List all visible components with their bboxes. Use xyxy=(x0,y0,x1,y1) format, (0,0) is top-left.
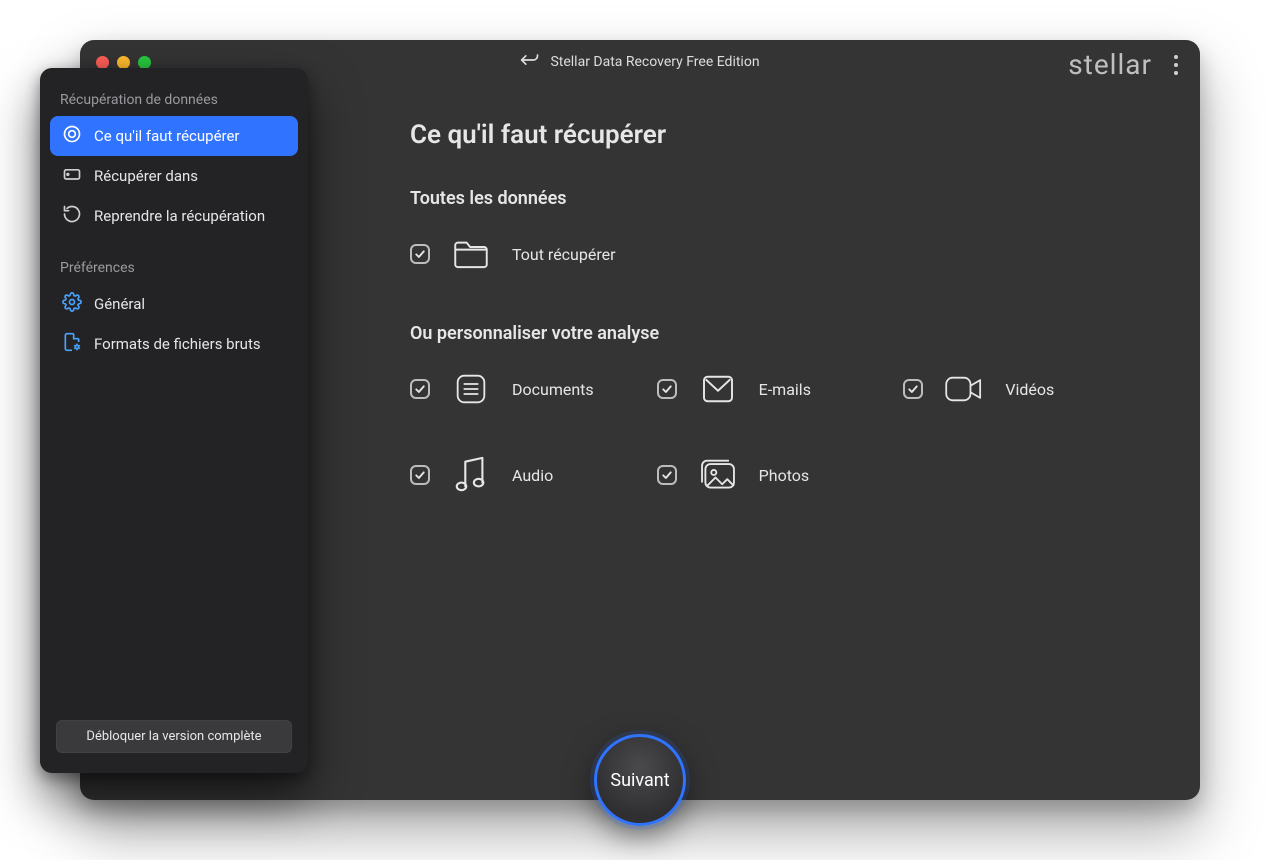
window-controls xyxy=(80,56,151,69)
brand-logo: stellar xyxy=(1068,48,1152,81)
sidebar-section-recovery: Récupération de données xyxy=(50,86,298,116)
checkbox-videos[interactable] xyxy=(903,379,923,399)
option-label: Photos xyxy=(759,466,810,485)
option-recover-all: Tout récupérer xyxy=(410,233,1140,275)
sidebar: Récupération de données Ce qu'il faut ré… xyxy=(40,68,308,773)
audio-icon xyxy=(450,454,492,496)
option-audio: Audio xyxy=(410,454,647,496)
option-label: E-mails xyxy=(759,380,811,399)
video-icon xyxy=(943,368,985,410)
more-menu-icon[interactable] xyxy=(1166,51,1186,79)
checkbox-emails[interactable] xyxy=(657,379,677,399)
option-emails: E-mails xyxy=(657,368,894,410)
option-label: Audio xyxy=(512,466,553,485)
sidebar-item-what-to-recover[interactable]: Ce qu'il faut récupérer xyxy=(50,116,298,156)
option-label: Documents xyxy=(512,380,594,399)
option-label: Tout récupérer xyxy=(512,245,616,264)
next-button[interactable]: Suivant xyxy=(594,734,686,826)
sidebar-item-label: Ce qu'il faut récupérer xyxy=(94,127,240,145)
resume-icon xyxy=(62,204,82,228)
documents-icon xyxy=(450,368,492,410)
sidebar-item-raw-formats[interactable]: Formats de fichiers bruts xyxy=(50,324,298,364)
page-title: Ce qu'il faut récupérer xyxy=(410,120,1140,150)
unlock-full-version-button[interactable]: Débloquer la version complète xyxy=(56,720,292,753)
customize-heading: Ou personnaliser votre analyse xyxy=(410,323,1140,344)
target-icon xyxy=(62,124,82,148)
checkbox-documents[interactable] xyxy=(410,379,430,399)
close-icon[interactable] xyxy=(96,56,109,69)
sidebar-item-label: Général xyxy=(94,295,145,313)
back-arrow-icon[interactable] xyxy=(520,52,540,72)
sidebar-item-resume-recovery[interactable]: Reprendre la récupération xyxy=(50,196,298,236)
checkbox-audio[interactable] xyxy=(410,465,430,485)
window-title-text: Stellar Data Recovery Free Edition xyxy=(550,54,759,70)
checkbox-recover-all[interactable] xyxy=(410,244,430,264)
sidebar-item-label: Formats de fichiers bruts xyxy=(94,335,261,353)
drive-icon xyxy=(62,164,82,188)
option-videos: Vidéos xyxy=(903,368,1140,410)
email-icon xyxy=(697,368,739,410)
photos-icon xyxy=(697,454,739,496)
sidebar-item-general[interactable]: Général xyxy=(50,284,298,324)
option-photos: Photos xyxy=(657,454,894,496)
sidebar-item-recover-in[interactable]: Récupérer dans xyxy=(50,156,298,196)
fullscreen-icon[interactable] xyxy=(138,56,151,69)
option-documents: Documents xyxy=(410,368,647,410)
sidebar-section-prefs: Préférences xyxy=(50,254,298,284)
all-data-heading: Toutes les données xyxy=(410,188,1140,209)
minimize-icon[interactable] xyxy=(117,56,130,69)
folder-icon xyxy=(450,233,492,275)
sidebar-item-label: Récupérer dans xyxy=(94,167,198,185)
file-gear-icon xyxy=(62,332,82,356)
gear-icon xyxy=(62,292,82,316)
next-button-label: Suivant xyxy=(610,770,669,791)
app-window: Stellar Data Recovery Free Edition stell… xyxy=(80,40,1200,800)
checkbox-photos[interactable] xyxy=(657,465,677,485)
option-label: Vidéos xyxy=(1005,380,1054,399)
sidebar-item-label: Reprendre la récupération xyxy=(94,207,265,225)
